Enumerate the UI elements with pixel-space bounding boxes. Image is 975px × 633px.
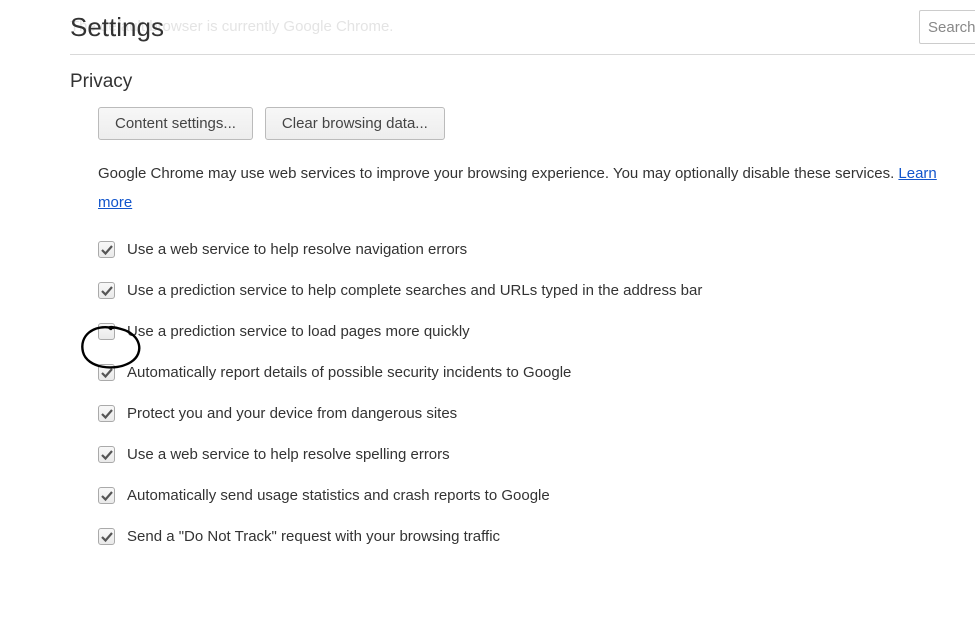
option-label: Automatically send usage statistics and … <box>127 487 550 504</box>
option-do-not-track: Send a "Do Not Track" request with your … <box>98 528 975 545</box>
option-label: Use a prediction service to load pages m… <box>127 323 470 340</box>
option-label: Send a "Do Not Track" request with your … <box>127 528 500 545</box>
checkbox[interactable] <box>98 323 115 340</box>
option-spelling-errors: Use a web service to help resolve spelli… <box>98 446 975 463</box>
clear-browsing-data-button[interactable]: Clear browsing data... <box>265 107 445 140</box>
checkbox[interactable] <box>98 282 115 299</box>
option-dangerous-sites: Protect you and your device from dangero… <box>98 405 975 422</box>
option-label: Protect you and your device from dangero… <box>127 405 457 422</box>
header: The default browser is currently Google … <box>70 10 975 55</box>
option-prediction-load: Use a prediction service to load pages m… <box>98 323 975 340</box>
search-placeholder: Search s <box>928 19 975 36</box>
option-label: Use a prediction service to help complet… <box>127 282 702 299</box>
section-title: Privacy <box>70 71 975 93</box>
page-title: Settings <box>70 12 164 42</box>
option-label: Use a web service to help resolve spelli… <box>127 446 450 463</box>
description-text: Google Chrome may use web services to im… <box>98 165 898 182</box>
content-settings-button[interactable]: Content settings... <box>98 107 253 140</box>
privacy-section: Privacy Content settings... Clear browsi… <box>70 71 975 545</box>
option-usage-stats: Automatically send usage statistics and … <box>98 487 975 504</box>
checkbox[interactable] <box>98 446 115 463</box>
search-input[interactable]: Search s <box>919 10 975 44</box>
option-prediction-search: Use a prediction service to help complet… <box>98 282 975 299</box>
option-navigation-errors: Use a web service to help resolve naviga… <box>98 241 975 258</box>
settings-page: The default browser is currently Google … <box>0 0 975 633</box>
title-area: The default browser is currently Google … <box>70 12 164 43</box>
checkbox[interactable] <box>98 405 115 422</box>
privacy-description: Google Chrome may use web services to im… <box>98 160 975 217</box>
button-row: Content settings... Clear browsing data.… <box>98 107 975 140</box>
checkbox[interactable] <box>98 528 115 545</box>
checkbox[interactable] <box>98 487 115 504</box>
option-security-incidents: Automatically report details of possible… <box>98 364 975 381</box>
checkbox[interactable] <box>98 241 115 258</box>
option-label: Automatically report details of possible… <box>127 364 571 381</box>
option-label: Use a web service to help resolve naviga… <box>127 241 467 258</box>
checkbox[interactable] <box>98 364 115 381</box>
options-list: Use a web service to help resolve naviga… <box>98 241 975 545</box>
